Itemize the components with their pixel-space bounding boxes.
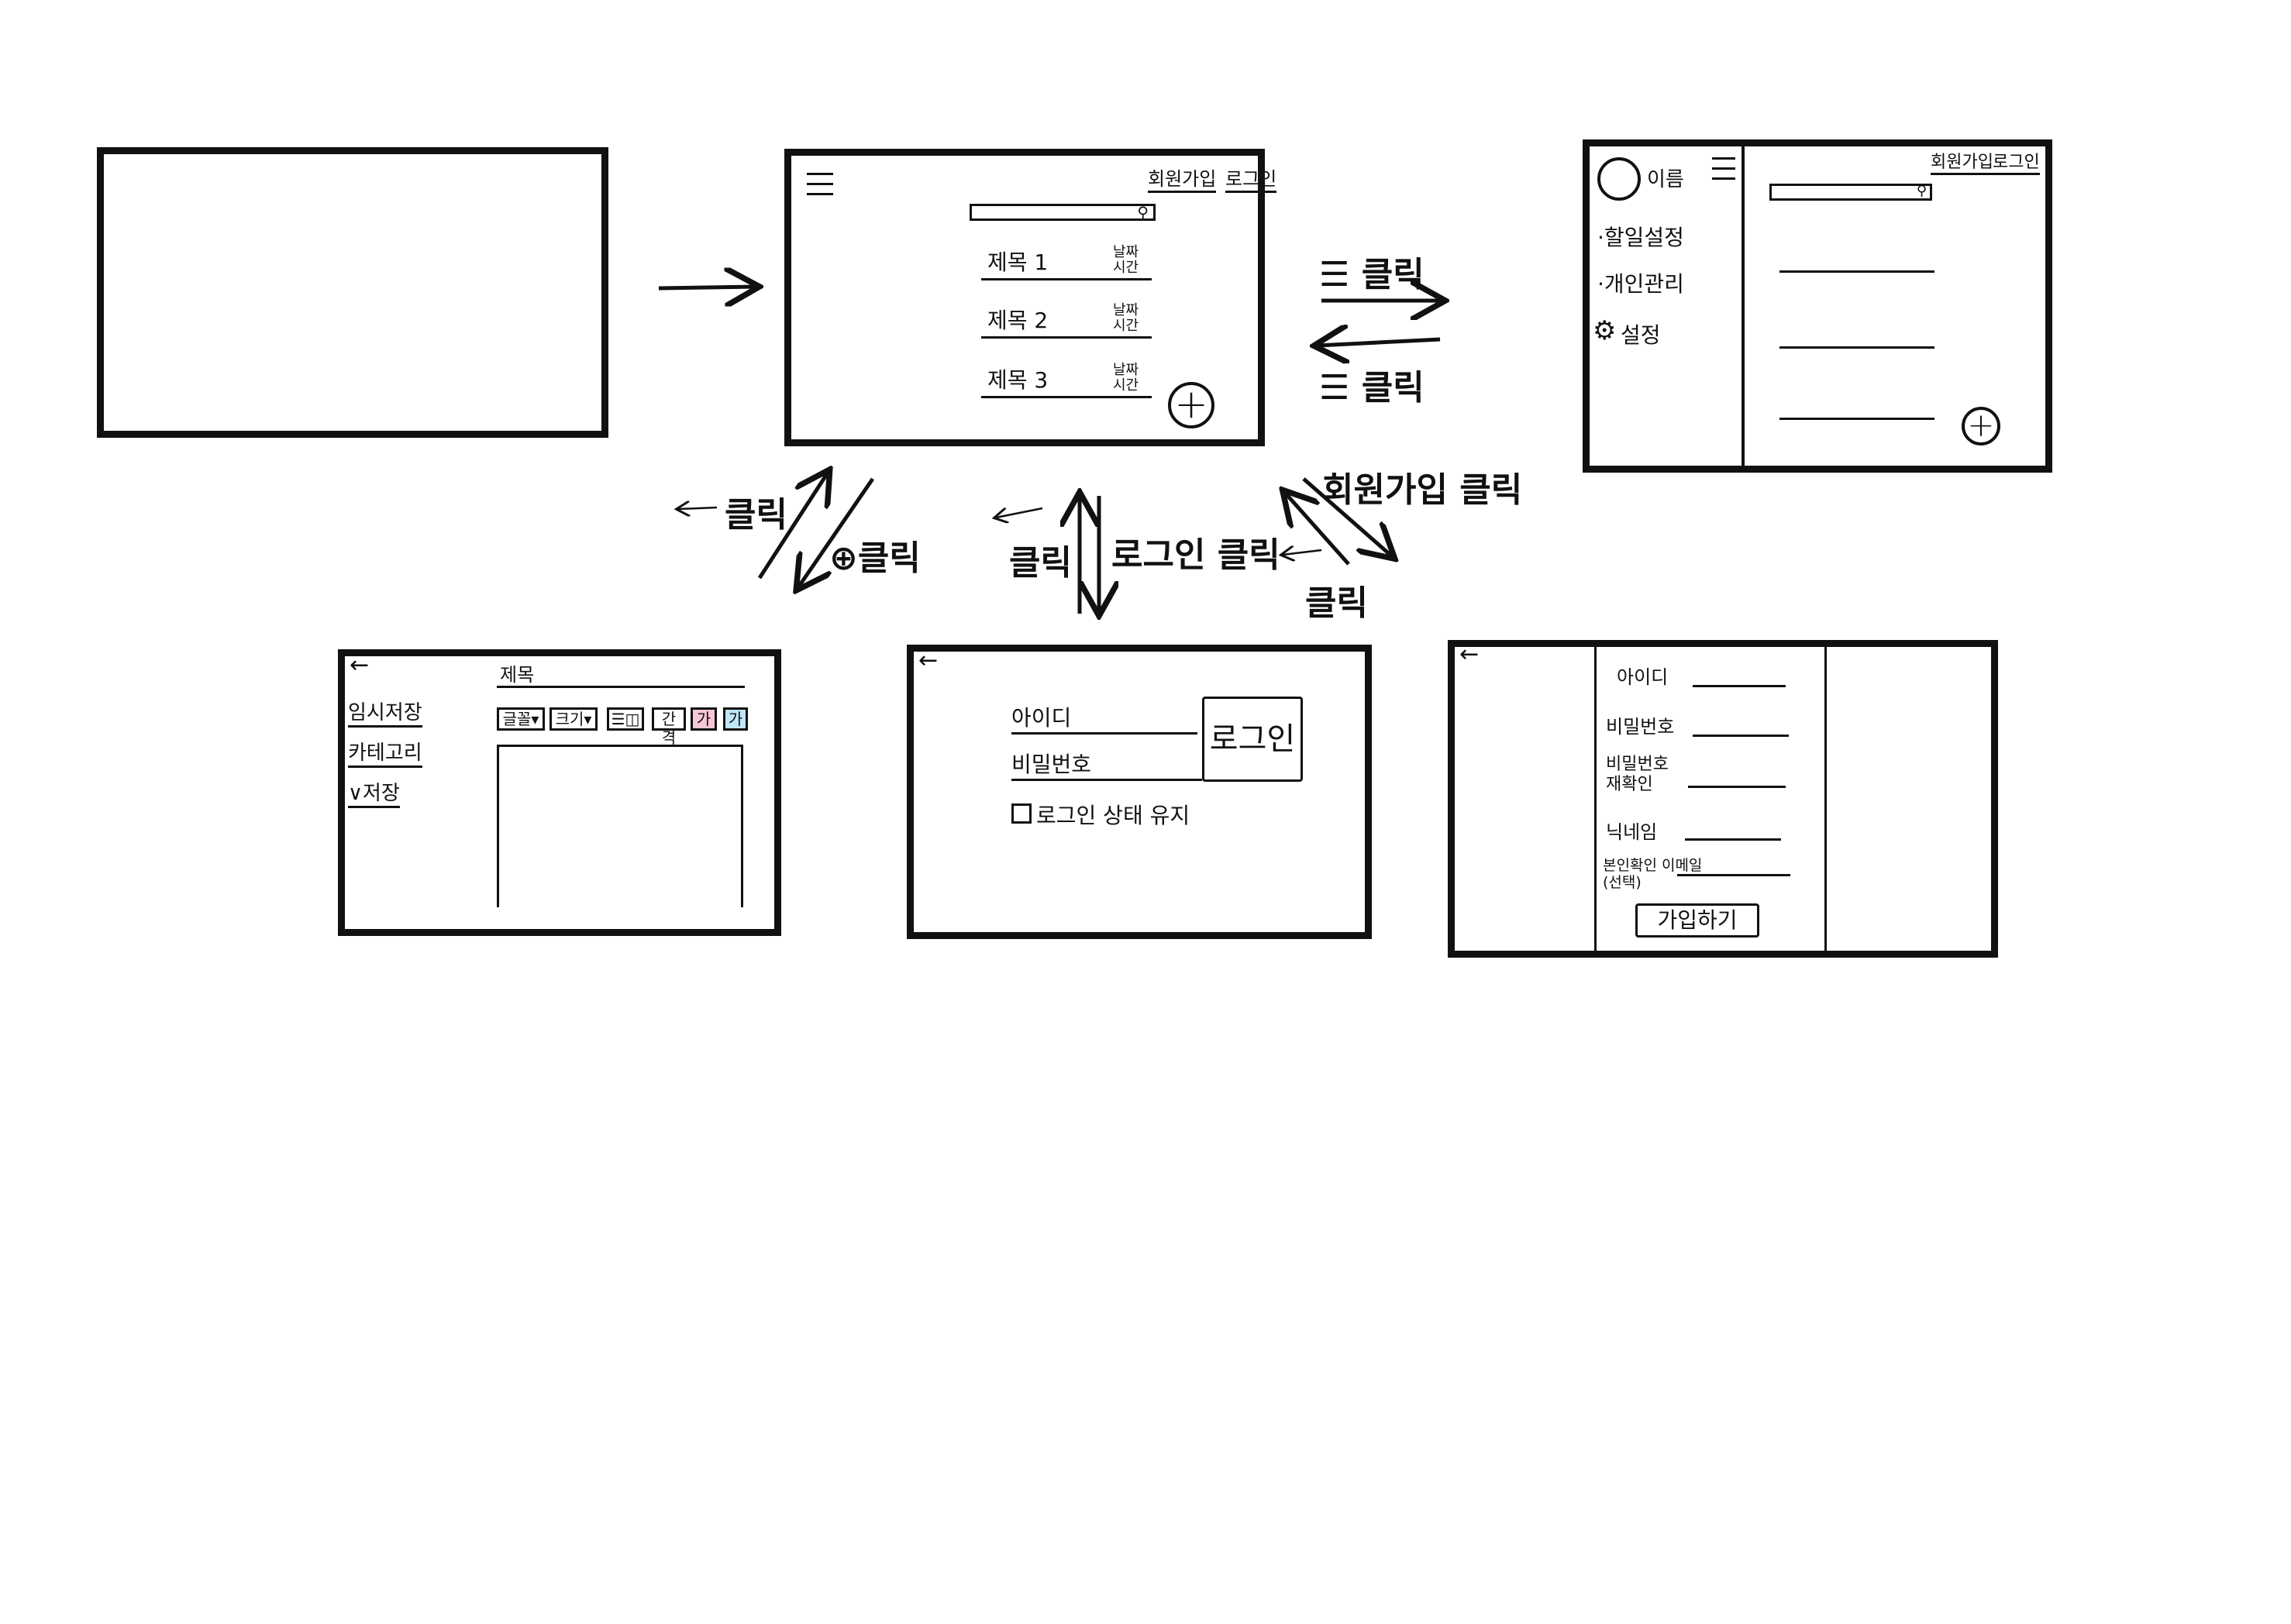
list-item[interactable]: 제목 3 날짜 시간 [981, 359, 1152, 398]
label-signup-click: 회원가입 클릭 [1322, 470, 1523, 510]
keep-logged-in-label: 로그인 상태 유지 [1036, 803, 1190, 828]
list-item[interactable]: 제목 1 날짜 시간 [981, 241, 1152, 280]
signup-form-panel: 아이디 비밀번호 비밀번호 재확인 닉네임 본인확인 이메일(선택) 가입하기 [1594, 640, 1827, 958]
wireframe-diagram: 회원가입 로그인 ⚲ 제목 1 날짜 시간 제목 2 날짜 시간 제목 3 날짜… [0, 0, 2291, 1624]
signup-email-field[interactable]: 본인확인 이메일(선택) [1603, 857, 1812, 894]
text-color-button[interactable]: 가 [691, 707, 717, 731]
label-back-click-signup: 클릭 [1305, 583, 1368, 623]
label-back-click-login: 클릭 [1009, 543, 1072, 583]
list-placeholder-line [1779, 270, 1934, 273]
post-time: 시간 [1113, 318, 1139, 334]
password-label: 비밀번호 [1011, 752, 1092, 777]
post-time: 시간 [1113, 377, 1139, 394]
menu-screen: 이름 ·할일설정 ·개인관리 ⚙ 설정 회원가입 로그인 ⚲ + [1583, 139, 2052, 473]
list-placeholder-line [1779, 346, 1934, 349]
signup-password-confirm-field[interactable]: 비밀번호 재확인 [1603, 755, 1812, 804]
back-arrow-icon[interactable]: ← [1459, 641, 1479, 668]
signup-password-field[interactable]: 비밀번호 [1603, 711, 1812, 739]
highlight-color-button[interactable]: 가 [723, 707, 748, 731]
login-link[interactable]: 로그인 [1225, 163, 1277, 193]
menu-item-todo[interactable]: ·할일설정 [1597, 221, 1684, 252]
side-drawer: 이름 ·할일설정 ·개인관리 ⚙ 설정 [1590, 146, 1745, 466]
menu-item-settings[interactable]: 설정 [1621, 318, 1661, 349]
label-hamburger-click-forward: ☰ 클릭 [1319, 255, 1425, 294]
avatar[interactable] [1597, 157, 1641, 201]
editor-screen: ← 임시저장 카테고리 ∨저장 제목 글꼴▾ 크기▾ ☰◫ 간격 가 가 [338, 649, 781, 936]
back-arrow-icon[interactable]: ← [918, 647, 938, 674]
login-screen: ← 아이디 비밀번호 로그인 로그인 상태 유지 [907, 645, 1372, 939]
spacing-button[interactable]: 간격 [652, 707, 686, 747]
post-title: 제목 1 [987, 249, 1049, 275]
profile-name: 이름 [1647, 168, 1684, 191]
arrow-splash-to-home [658, 287, 756, 288]
signup-link[interactable]: 회원가입 [1148, 163, 1217, 193]
signup-id-field[interactable]: 아이디 [1603, 662, 1812, 690]
search-input[interactable]: ⚲ [1769, 183, 1932, 201]
hint-arrow-signup [1283, 550, 1322, 555]
gear-icon: ⚙ [1593, 315, 1617, 346]
title-placeholder: 제목 [500, 664, 535, 686]
login-link[interactable]: 로그인 [1993, 148, 2040, 175]
arrow-menu-to-home [1318, 339, 1441, 346]
align-button[interactable]: ☰◫ [607, 707, 644, 731]
size-select[interactable]: 크기▾ [549, 707, 598, 731]
label-back-click-editor: 클릭 [725, 495, 787, 535]
list-item[interactable]: 제목 2 날짜 시간 [981, 299, 1152, 339]
signup-password-label: 비밀번호 [1606, 716, 1675, 738]
editor-body[interactable] [497, 745, 743, 907]
signup-submit-label: 가입하기 [1657, 907, 1738, 933]
font-select[interactable]: 글꼴▾ [497, 707, 545, 731]
label-hamburger-click-back: ☰ 클릭 [1319, 368, 1425, 408]
signup-id-label: 아이디 [1617, 666, 1669, 688]
add-post-button[interactable]: + [1168, 382, 1214, 428]
add-post-button[interactable]: + [1962, 407, 2000, 446]
save-button[interactable]: ∨저장 [348, 777, 400, 808]
search-icon: ⚲ [1916, 183, 1927, 199]
id-field[interactable]: 아이디 [1011, 701, 1197, 735]
signup-password-confirm-label: 비밀번호 재확인 [1606, 755, 1669, 794]
login-button[interactable]: 로그인 [1202, 697, 1303, 782]
hint-arrow-editor [678, 508, 718, 509]
post-time: 시간 [1113, 260, 1139, 276]
menu-item-personal[interactable]: ·개인관리 [1597, 267, 1684, 298]
splash-screen [97, 147, 608, 438]
signup-screen: ← 아이디 비밀번호 비밀번호 재확인 닉네임 본인확인 이메일(선택) 가입하… [1448, 640, 1998, 958]
label-login-click: 로그인 클릭 [1111, 535, 1280, 575]
hamburger-icon[interactable] [807, 173, 833, 196]
search-input[interactable]: ⚲ [970, 203, 1156, 222]
login-button-label: 로그인 [1209, 721, 1296, 757]
temp-save-button[interactable]: 임시저장 [348, 697, 422, 728]
title-input[interactable]: 제목 [497, 658, 745, 688]
post-title: 제목 2 [987, 308, 1049, 333]
search-icon: ⚲ [1137, 203, 1149, 222]
signup-nickname-label: 닉네임 [1606, 821, 1658, 843]
hamburger-icon[interactable] [1712, 157, 1735, 181]
signup-nickname-field[interactable]: 닉네임 [1603, 817, 1812, 845]
keep-logged-in-checkbox[interactable] [1011, 803, 1032, 824]
format-toolbar: 글꼴▾ 크기▾ ☰◫ 간격 가 가 [497, 707, 753, 747]
back-arrow-icon[interactable]: ← [350, 652, 369, 679]
list-placeholder-line [1779, 418, 1934, 420]
post-title: 제목 3 [987, 367, 1049, 393]
signup-submit-button[interactable]: 가입하기 [1635, 903, 1759, 938]
category-button[interactable]: 카테고리 [348, 737, 422, 768]
label-plus-click: ⊕클릭 [829, 538, 921, 578]
home-screen: 회원가입 로그인 ⚲ 제목 1 날짜 시간 제목 2 날짜 시간 제목 3 날짜… [784, 149, 1277, 446]
hint-arrow-login [996, 507, 1043, 518]
signup-link[interactable]: 회원가입 [1931, 148, 1993, 175]
id-label: 아이디 [1011, 705, 1072, 731]
password-field[interactable]: 비밀번호 [1011, 748, 1202, 781]
